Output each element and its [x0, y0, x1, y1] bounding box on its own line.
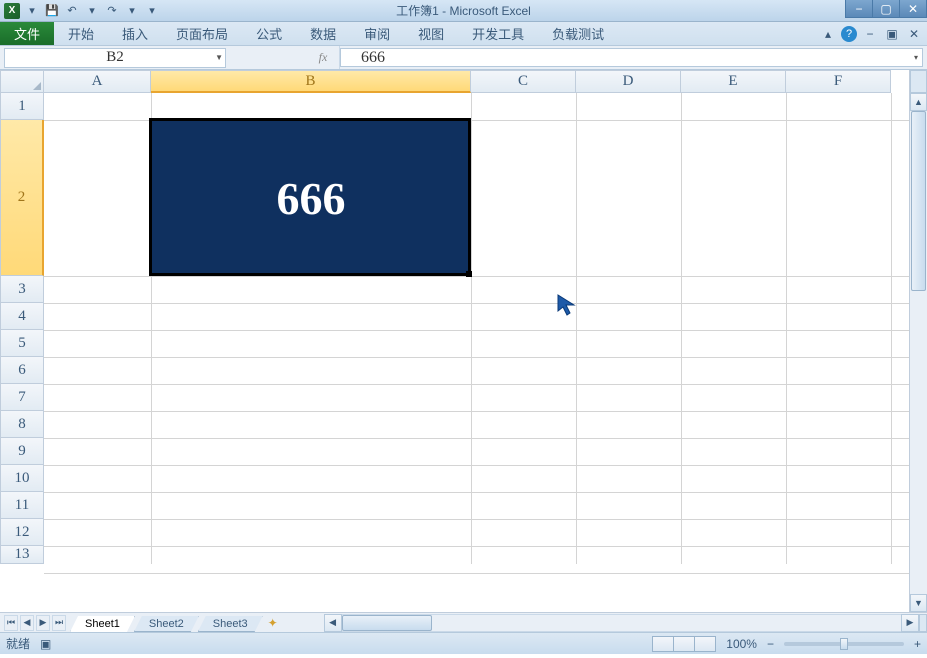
name-box-value: B2: [106, 49, 124, 66]
col-header-f[interactable]: F: [786, 70, 891, 93]
row-headers: 1 2 3 4 5 6 7 8 9 10 11 12 13: [0, 93, 44, 564]
new-sheet-icon[interactable]: ✦: [262, 613, 284, 632]
ribbon-tab-developer[interactable]: 开发工具: [458, 22, 538, 45]
cell-b2[interactable]: 666: [151, 120, 471, 276]
sheet-nav-first-icon[interactable]: ⏮: [4, 615, 18, 631]
row-header-9[interactable]: 9: [0, 438, 44, 465]
workbook-restore-icon[interactable]: ▣: [883, 25, 901, 43]
row-header-7[interactable]: 7: [0, 384, 44, 411]
ribbon-tab-formulas[interactable]: 公式: [242, 22, 296, 45]
row-header-1[interactable]: 1: [0, 93, 44, 120]
help-icon[interactable]: ?: [841, 26, 857, 42]
formula-bar[interactable]: 666 ▾: [340, 48, 923, 67]
sheet-nav-next-icon[interactable]: ▶: [36, 615, 50, 631]
horizontal-scrollbar[interactable]: ◀ ▶: [324, 613, 927, 632]
title-bar: X ▾ 💾 ↶ ▾ ↷ ▾ ▾ 工作簿1 - Microsoft Excel −…: [0, 0, 927, 22]
macro-record-icon[interactable]: ▣: [40, 637, 51, 651]
sheet-tabs-row: ⏮ ◀ ▶ ⏭ Sheet1 Sheet2 Sheet3 ✦ ◀ ▶: [0, 612, 927, 632]
zoom-out-icon[interactable]: −: [767, 637, 774, 651]
view-page-layout-icon[interactable]: [673, 636, 695, 652]
row-header-12[interactable]: 12: [0, 519, 44, 546]
ribbon-tab-review[interactable]: 审阅: [350, 22, 404, 45]
sheet-area: A B C D E F 1 2 3 4 5 6 7 8 9 10 11 12 1…: [0, 70, 927, 612]
workbook-minimize-icon[interactable]: −: [861, 25, 879, 43]
zoom-in-icon[interactable]: +: [914, 637, 921, 651]
view-normal-icon[interactable]: [652, 636, 674, 652]
sheet-tab-2[interactable]: Sheet2: [134, 616, 199, 632]
row-header-5[interactable]: 5: [0, 330, 44, 357]
status-ready: 就绪: [6, 635, 30, 652]
formula-value: 666: [361, 49, 385, 67]
row-header-4[interactable]: 4: [0, 303, 44, 330]
split-handle-top[interactable]: [910, 70, 927, 93]
ribbon-tab-view[interactable]: 视图: [404, 22, 458, 45]
sheet-tab-1[interactable]: Sheet1: [70, 616, 135, 632]
fx-icon[interactable]: fx: [315, 50, 331, 66]
sheet-nav-prev-icon[interactable]: ◀: [20, 615, 34, 631]
save-icon[interactable]: 💾: [44, 3, 60, 19]
vertical-scrollbar[interactable]: ▲ ▼: [909, 70, 927, 612]
column-headers: A B C D E F: [0, 70, 909, 93]
hscroll-thumb[interactable]: [342, 615, 432, 631]
col-header-c[interactable]: C: [471, 70, 576, 93]
redo-dropdown-icon[interactable]: ▾: [124, 3, 140, 19]
formula-expand-icon[interactable]: ▾: [914, 53, 918, 62]
zoom-level[interactable]: 100%: [726, 637, 757, 651]
qat-dropdown-icon[interactable]: ▾: [24, 3, 40, 19]
zoom-slider-thumb[interactable]: [840, 638, 848, 650]
minimize-ribbon-icon[interactable]: ▴: [819, 25, 837, 43]
status-bar: 就绪 ▣ 100% − +: [0, 632, 927, 654]
scroll-right-icon[interactable]: ▶: [901, 614, 919, 632]
col-header-d[interactable]: D: [576, 70, 681, 93]
row-header-8[interactable]: 8: [0, 411, 44, 438]
col-header-e[interactable]: E: [681, 70, 786, 93]
row-header-13[interactable]: 13: [0, 546, 44, 564]
ribbon-tab-insert[interactable]: 插入: [108, 22, 162, 45]
scroll-left-icon[interactable]: ◀: [324, 614, 342, 632]
view-page-break-icon[interactable]: [694, 636, 716, 652]
excel-icon: X: [4, 3, 20, 19]
undo-dropdown-icon[interactable]: ▾: [84, 3, 100, 19]
scroll-down-icon[interactable]: ▼: [910, 594, 927, 612]
ribbon-tab-home[interactable]: 开始: [54, 22, 108, 45]
ribbon-tab-load-test[interactable]: 负载测试: [538, 22, 618, 45]
file-tab[interactable]: 文件: [0, 22, 54, 45]
qat-customize-icon[interactable]: ▾: [144, 3, 160, 19]
maximize-button[interactable]: ▢: [872, 0, 900, 18]
close-button[interactable]: ✕: [899, 0, 927, 18]
col-header-a[interactable]: A: [44, 70, 151, 93]
hscroll-track[interactable]: [342, 614, 901, 632]
row-header-3[interactable]: 3: [0, 276, 44, 303]
name-box[interactable]: B2 ▼: [4, 48, 226, 68]
ribbon-tab-page-layout[interactable]: 页面布局: [162, 22, 242, 45]
vscroll-thumb[interactable]: [911, 111, 926, 291]
scroll-up-icon[interactable]: ▲: [910, 93, 927, 111]
row-header-10[interactable]: 10: [0, 465, 44, 492]
formula-row: B2 ▼ fx 666 ▾: [0, 46, 927, 70]
undo-icon[interactable]: ↶: [64, 3, 80, 19]
col-header-b[interactable]: B: [151, 70, 471, 93]
workbook-close-icon[interactable]: ✕: [905, 25, 923, 43]
ribbon: 文件 开始 插入 页面布局 公式 数据 审阅 视图 开发工具 负载测试 ▴ ? …: [0, 22, 927, 46]
zoom-slider[interactable]: [784, 642, 904, 646]
cell-grid[interactable]: 666: [44, 93, 909, 564]
name-box-dropdown-icon[interactable]: ▼: [215, 53, 223, 62]
ribbon-tab-data[interactable]: 数据: [296, 22, 350, 45]
sheet-tab-3[interactable]: Sheet3: [198, 616, 263, 632]
minimize-button[interactable]: −: [845, 0, 873, 18]
window-title: 工作簿1 - Microsoft Excel: [396, 2, 531, 19]
row-header-2[interactable]: 2: [0, 120, 44, 276]
row-header-11[interactable]: 11: [0, 492, 44, 519]
split-handle-right[interactable]: [919, 614, 927, 632]
sheet-nav-last-icon[interactable]: ⏭: [52, 615, 66, 631]
select-all-corner[interactable]: [0, 70, 44, 93]
redo-icon[interactable]: ↷: [104, 3, 120, 19]
row-header-6[interactable]: 6: [0, 357, 44, 384]
